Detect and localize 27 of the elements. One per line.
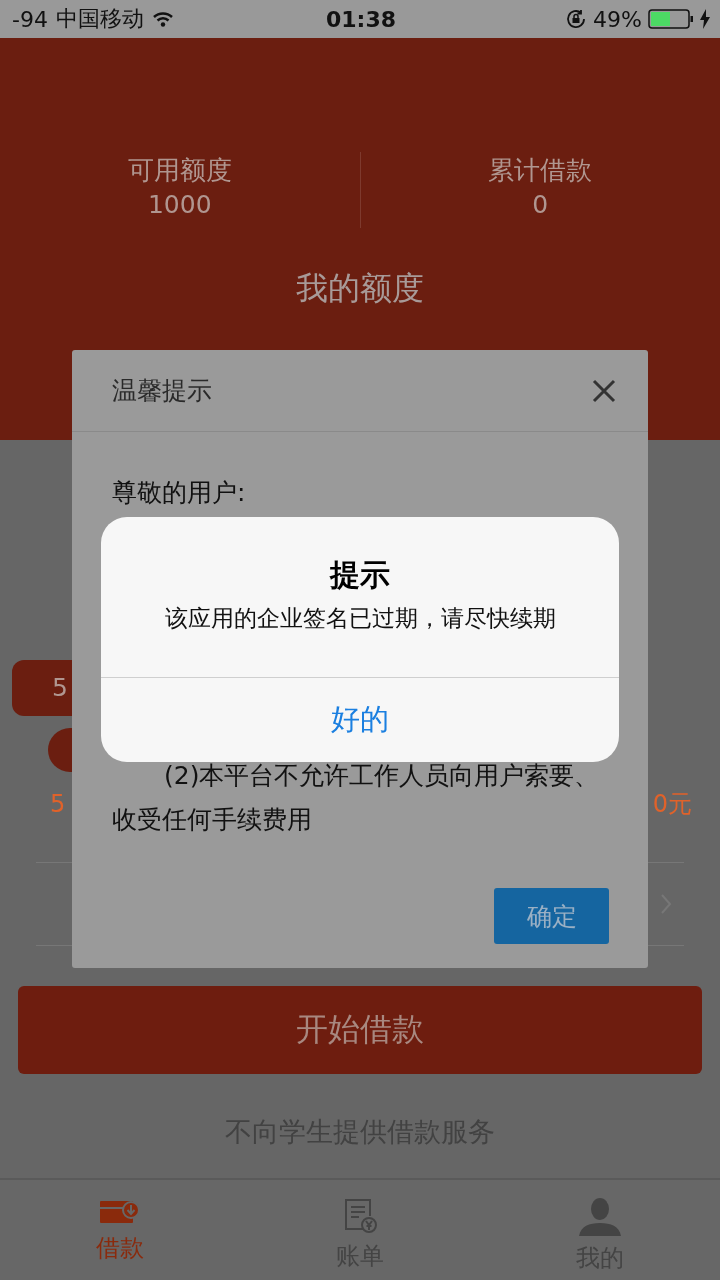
start-loan-button[interactable]: 开始借款 [18,986,702,1074]
rotation-lock-icon [565,8,588,30]
quota-title: 我的额度 [296,268,424,309]
dialog-title: 温馨提示 [112,375,212,407]
carrier-name: 中国移动 [55,5,144,33]
stat-label: 累计借款 [488,154,593,187]
max-amount-label: 0元 [652,789,692,820]
rule-text: (2)本平台不允许工作人员向用户索要、收受任何手续费用 [112,760,600,836]
tab-item[interactable]: 借款 [0,1180,240,1280]
wallet-icon [100,1198,140,1226]
stat-value: 0 [532,189,549,221]
signal-strength: -94 [12,6,48,32]
stat-value: 1000 [147,189,212,221]
charging-icon [700,9,710,29]
bill-icon [343,1198,377,1234]
person-icon [579,1198,621,1236]
battery-percent: 49% [593,6,642,32]
confirm-button[interactable]: 确定 [494,888,609,944]
alert-title: 提示 [330,556,390,594]
close-icon[interactable] [592,378,616,403]
min-amount-label: 5 [50,789,66,820]
wifi-icon [151,11,174,27]
greeting-text: 尊敬的用户: [112,478,247,508]
clock-time: 01:38 [326,6,396,32]
stat-label: 可用额度 [127,154,232,187]
alert-message: 该应用的企业签名已过期，请尽快续期 [164,604,556,633]
battery-icon [648,9,694,29]
